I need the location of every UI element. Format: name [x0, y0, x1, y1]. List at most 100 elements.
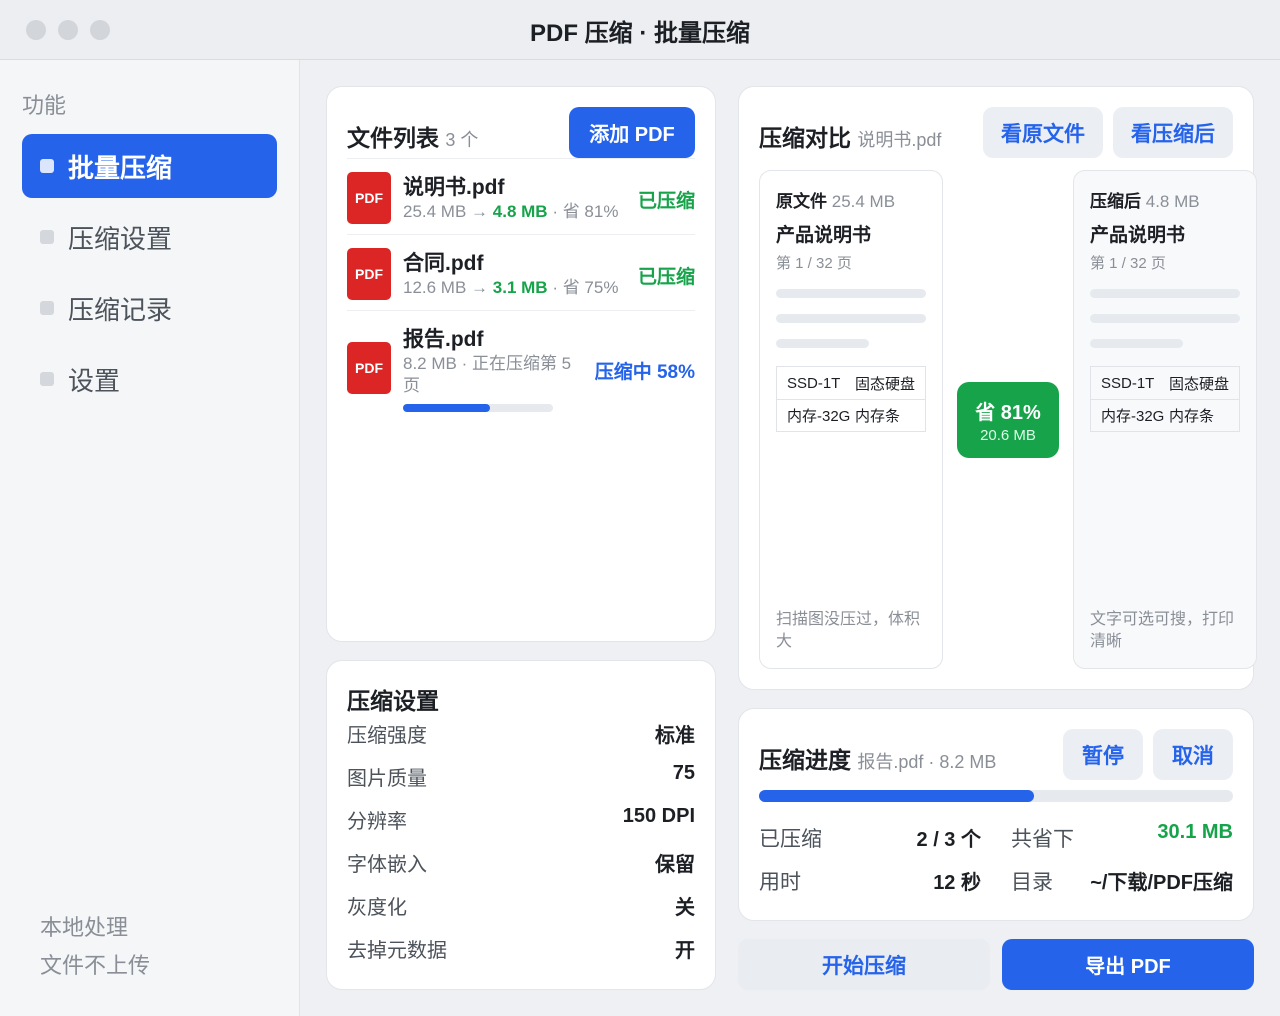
status-badge: 已压缩	[637, 191, 695, 212]
pause-button[interactable]: 暂停	[1063, 729, 1143, 780]
status-badge: 压缩中 58%	[594, 362, 695, 383]
preview-size: 4.8 MB	[1145, 192, 1200, 211]
setting-image-quality[interactable]: 图片质量 75	[347, 762, 695, 792]
original-size: 12.6 MB	[403, 278, 467, 297]
setting-strip-metadata[interactable]: 去掉元数据 开	[347, 934, 695, 964]
setting-label: 分辨率	[347, 811, 407, 833]
saving-percent: · 省 81%	[552, 202, 619, 221]
file-size-info: 12.6 MB → 3.1 MB · 省 75%	[403, 277, 618, 299]
view-compressed-button[interactable]: 看压缩后	[1113, 107, 1233, 158]
preview-label: 压缩后	[1090, 192, 1141, 211]
setting-label: 压缩强度	[347, 725, 427, 747]
nav-dot-icon	[40, 159, 54, 173]
view-original-button[interactable]: 看原文件	[983, 107, 1103, 158]
setting-label: 去掉元数据	[347, 940, 447, 962]
table-cell: 固态硬盘	[1169, 375, 1230, 393]
doc-table: SSD-1T 固态硬盘 内存-32G 内存条	[1090, 366, 1240, 432]
file-list-title: 文件列表 3 个	[347, 119, 478, 153]
table-row: SSD-1T 固态硬盘	[1091, 367, 1239, 399]
pdf-file-icon: PDF	[347, 172, 391, 224]
local-processing-note: 本地处理	[40, 915, 129, 940]
setting-label: 灰度化	[347, 897, 407, 919]
table-cell: SSD-1T	[787, 374, 841, 392]
nav-dot-icon	[40, 372, 54, 386]
compressed-size: 4.8 MB	[492, 202, 548, 221]
nav-dot-icon	[40, 230, 54, 244]
file-name: 报告.pdf	[403, 328, 484, 351]
file-list-title-text: 文件列表	[347, 125, 439, 151]
compressed-page-preview[interactable]: 压缩后 4.8 MB 产品说明书 第 1 / 32 页 SSD-1T 固态硬盘 …	[1073, 170, 1257, 669]
file-name: 说明书.pdf	[403, 176, 505, 199]
preview-note: 扫描图没压过，体积大	[776, 611, 921, 650]
setting-value: 开	[675, 940, 695, 962]
original-size: 25.4 MB	[403, 202, 467, 221]
setting-value: 75	[672, 762, 695, 784]
overall-progress-fill	[759, 790, 1034, 802]
setting-grayscale[interactable]: 灰度化 关	[347, 891, 695, 921]
settings-title: 压缩设置	[347, 688, 439, 714]
file-list-card: 文件列表 3 个 添加 PDF PDF 说明书.pdf 25.4 MB → 4.…	[326, 86, 716, 642]
table-cell: 内存-32G	[1101, 408, 1165, 425]
time-value: 12 秒	[933, 872, 981, 894]
sidebar-item-compress-settings[interactable]: 压缩设置	[22, 205, 277, 269]
file-row[interactable]: PDF 说明书.pdf 25.4 MB → 4.8 MB · 省 81% 已压缩	[347, 158, 695, 234]
file-row[interactable]: PDF 合同.pdf 12.6 MB → 3.1 MB · 省 75% 已压缩	[347, 234, 695, 310]
add-pdf-button[interactable]: 添加 PDF	[569, 107, 695, 158]
progress-title: 压缩进度 报告.pdf · 8.2 MB	[759, 741, 996, 775]
progress-title-text: 压缩进度	[759, 747, 851, 773]
setting-resolution[interactable]: 分辨率 150 DPI	[347, 805, 695, 835]
file-row[interactable]: PDF 报告.pdf 8.2 MB · 正在压缩第 5 页 压缩中 58%	[347, 310, 695, 420]
preview-size: 25.4 MB	[831, 192, 896, 211]
sidebar: 功能 批量压缩 压缩设置 压缩记录 设置 本地处理 文件不上传	[0, 60, 300, 1016]
text-line-placeholder	[1090, 339, 1183, 348]
table-row: 内存-32G 内存条	[777, 399, 925, 431]
nav-dot-icon	[40, 301, 54, 315]
compressed-label: 压缩后 4.8 MB	[1090, 187, 1200, 212]
table-cell: 内存条	[1169, 408, 1215, 425]
table-cell: 内存条	[855, 408, 901, 425]
text-line-placeholder	[776, 289, 926, 298]
table-cell: 内存-32G	[787, 408, 851, 425]
export-pdf-button[interactable]: 导出 PDF	[1002, 939, 1254, 990]
text-line-placeholder	[1090, 289, 1240, 298]
output-directory[interactable]: ~/下载/PDF压缩	[1079, 866, 1233, 895]
original-page-preview[interactable]: 原文件 25.4 MB 产品说明书 第 1 / 32 页 SSD-1T 固态硬盘…	[759, 170, 943, 669]
setting-font-embedding[interactable]: 字体嵌入 保留	[347, 848, 695, 878]
setting-compression-level[interactable]: 压缩强度 标准	[347, 719, 695, 749]
file-size-info: 25.4 MB → 4.8 MB · 省 81%	[403, 201, 618, 223]
sidebar-heading: 功能	[22, 93, 67, 118]
setting-value: 关	[675, 897, 695, 919]
done-label: 已压缩	[759, 828, 822, 851]
table-cell: SSD-1T	[1101, 374, 1155, 392]
start-compress-button[interactable]: 开始压缩	[738, 939, 990, 990]
setting-label: 图片质量	[347, 768, 427, 790]
preview-label: 原文件	[776, 192, 827, 211]
doc-table: SSD-1T 固态硬盘 内存-32G 内存条	[776, 366, 926, 432]
compare-title: 压缩对比 说明书.pdf	[759, 119, 941, 153]
sidebar-item-batch-compress[interactable]: 批量压缩	[22, 134, 277, 198]
sidebar-item-label: 压缩设置	[68, 223, 173, 254]
sidebar-item-settings[interactable]: 设置	[22, 347, 277, 411]
no-upload-note: 文件不上传	[40, 953, 151, 978]
table-row: SSD-1T 固态硬盘	[777, 367, 925, 399]
setting-value: 标准	[655, 725, 695, 747]
file-progress-fill	[403, 404, 490, 412]
progress-card: 压缩进度 报告.pdf · 8.2 MB 暂停 取消 已压缩 2 / 3 个 共…	[738, 708, 1254, 921]
cancel-button[interactable]: 取消	[1153, 729, 1233, 780]
pdf-file-icon: PDF	[347, 342, 391, 394]
text-line-placeholder	[776, 339, 869, 348]
arrow-icon: →	[471, 202, 489, 221]
compressed-size: 3.1 MB	[492, 278, 548, 297]
saving-percent: · 省 75%	[552, 278, 619, 297]
file-progress-bar	[403, 404, 553, 412]
file-count: 3 个	[445, 130, 479, 150]
sidebar-item-label: 设置	[68, 365, 121, 396]
doc-title: 产品说明书	[776, 225, 872, 246]
page-indicator: 第 1 / 32 页	[1090, 255, 1166, 272]
time-label: 用时	[759, 871, 801, 894]
compare-title-text: 压缩对比	[759, 125, 851, 151]
setting-value: 150 DPI	[622, 805, 695, 827]
compress-settings-card: 压缩设置 压缩强度 标准 图片质量 75 分辨率 150 DPI 字体嵌入 保留…	[326, 660, 716, 990]
sidebar-item-compress-history[interactable]: 压缩记录	[22, 276, 277, 340]
text-line-placeholder	[776, 314, 926, 323]
